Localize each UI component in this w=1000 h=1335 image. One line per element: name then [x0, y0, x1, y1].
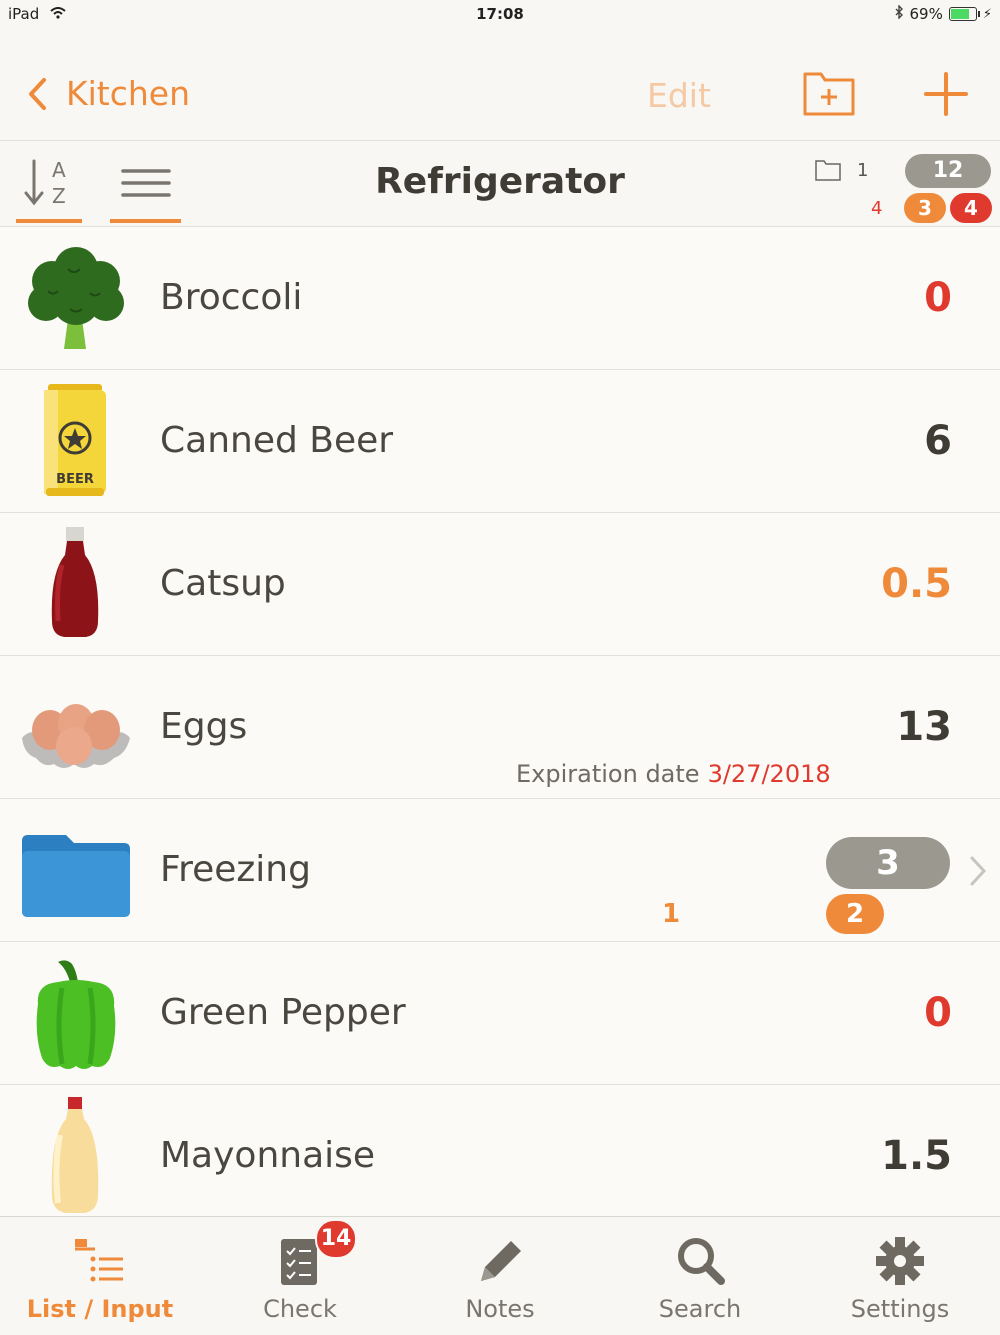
tab-bar: List / Input 14 Check Notes Search Setti…	[0, 1216, 1000, 1335]
back-button[interactable]: Kitchen	[26, 74, 190, 113]
expiration-label: Expiration date	[516, 760, 700, 788]
chevron-right-icon	[970, 856, 987, 886]
status-time: 17:08	[476, 5, 524, 23]
eggs-icon	[22, 704, 130, 768]
plus-icon	[924, 72, 968, 116]
status-right: 69% ⚡	[894, 4, 992, 23]
folder-icon	[22, 835, 130, 917]
item-quantity: 0	[924, 275, 952, 321]
item-quantity: 0.5	[881, 561, 952, 607]
list-item[interactable]: Mayonnaise 1.5	[0, 1085, 1000, 1227]
tab-notes[interactable]: Notes	[400, 1217, 600, 1335]
edit-button[interactable]: Edit	[647, 76, 711, 115]
list-item[interactable]: BEER Canned Beer 6	[0, 370, 1000, 513]
folder-warning-count: 1	[662, 899, 681, 929]
list-item[interactable]: Green Pepper 0	[0, 942, 1000, 1085]
total-count-badge: 12	[905, 154, 991, 188]
item-name: Green Pepper	[160, 992, 406, 1033]
item-quantity: 13	[896, 704, 952, 750]
tab-check[interactable]: 14 Check	[200, 1217, 400, 1335]
mayonnaise-icon	[51, 1097, 99, 1213]
status-bar: iPad 17:08 69% ⚡	[0, 0, 1000, 30]
ketchup-bottle-icon	[51, 527, 99, 637]
battery-percent: 69%	[909, 5, 943, 23]
item-quantity: 1.5	[881, 1133, 952, 1179]
tab-settings[interactable]: Settings	[800, 1217, 1000, 1335]
item-quantity: 0	[924, 990, 952, 1036]
warning-count-badge: 3	[904, 193, 946, 223]
folder-total-badge: 3	[826, 837, 950, 889]
expiration-info: Expiration date 3/27/2018	[516, 760, 831, 788]
charging-icon: ⚡	[982, 6, 992, 22]
pencil-icon	[481, 1241, 521, 1281]
item-name: Catsup	[160, 563, 286, 604]
battery-icon	[948, 7, 980, 21]
add-folder-button[interactable]	[803, 70, 855, 120]
item-name: Canned Beer	[160, 420, 394, 461]
list-item[interactable]: Eggs 13 Expiration date 3/27/2018	[0, 656, 1000, 799]
empty-count-badge: 4	[950, 193, 992, 223]
tab-list-input[interactable]: List / Input	[0, 1217, 200, 1335]
tab-label: Check	[263, 1295, 337, 1323]
list-icon	[75, 1239, 123, 1282]
folder-outline-icon	[815, 160, 841, 181]
tab-label: Notes	[465, 1295, 535, 1323]
list-item[interactable]: Broccoli 0	[0, 227, 1000, 370]
green-pepper-icon	[36, 960, 116, 1069]
tab-label: List / Input	[26, 1295, 174, 1323]
beer-label: BEER	[56, 472, 94, 487]
broccoli-icon	[28, 247, 124, 349]
folder-plus-icon	[803, 72, 855, 116]
item-list: Broccoli 0 BEER Canned Beer 6 Catsup 0.5	[0, 227, 1000, 1227]
list-toolbar: AZ Refrigerator 1 12 4 3 4	[0, 141, 1000, 227]
chevron-left-icon	[29, 77, 46, 110]
back-label: Kitchen	[66, 74, 191, 113]
item-name: Freezing	[160, 849, 311, 890]
add-item-button[interactable]	[922, 70, 970, 122]
gear-icon	[876, 1237, 924, 1285]
search-icon	[678, 1238, 725, 1285]
navigation-bar: Kitchen Edit	[0, 30, 1000, 141]
folder-count: 1	[815, 159, 868, 181]
expiration-date: 3/27/2018	[707, 760, 831, 788]
list-item[interactable]: Catsup 0.5	[0, 513, 1000, 656]
item-name: Mayonnaise	[160, 1135, 376, 1176]
low-stock-count: 4	[871, 198, 883, 219]
tab-label: Search	[658, 1295, 742, 1323]
tab-label: Settings	[850, 1295, 950, 1323]
check-count-badge: 14	[315, 1219, 357, 1259]
item-name: Eggs	[160, 706, 248, 747]
tab-search[interactable]: Search	[600, 1217, 800, 1335]
beer-can-icon: BEER	[44, 384, 106, 496]
item-quantity: 6	[924, 418, 952, 464]
folder-row[interactable]: Freezing 3 2 1	[0, 799, 1000, 942]
bluetooth-icon	[894, 4, 904, 23]
item-name: Broccoli	[160, 277, 303, 318]
folder-warning-badge: 2	[826, 894, 884, 934]
